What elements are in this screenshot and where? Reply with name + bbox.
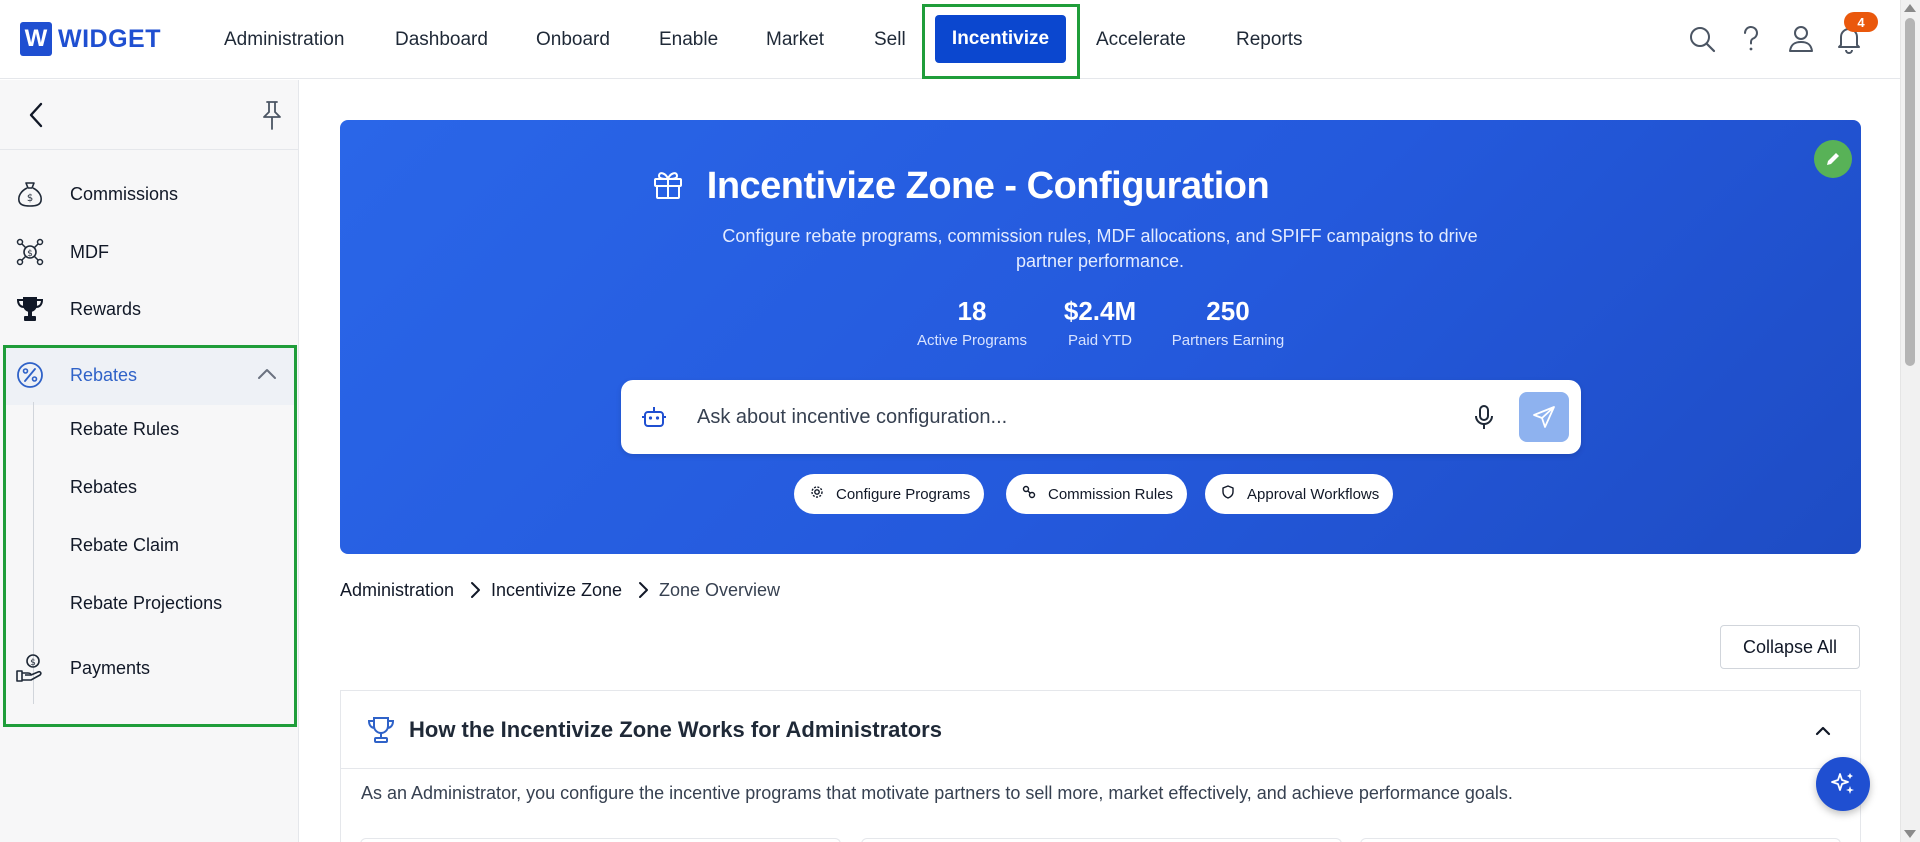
stat-label: Paid YTD	[1068, 332, 1132, 349]
ai-ask-box	[621, 380, 1581, 454]
breadcrumb-zone-overview: Zone Overview	[659, 580, 781, 600]
ai-assistant-button[interactable]	[1816, 757, 1870, 811]
svg-text:$: $	[30, 658, 36, 668]
brand-logo[interactable]: W WIDGET	[20, 22, 161, 56]
chevron-right-icon	[471, 582, 480, 598]
scroll-down-arrow[interactable]	[1904, 830, 1916, 838]
sidebar-item-mdf[interactable]: $ MDF	[0, 224, 299, 280]
pin-icon[interactable]	[257, 98, 287, 132]
collapse-all-button[interactable]: Collapse All	[1720, 625, 1860, 669]
hero-subtitle: Configure rebate programs, commission ru…	[722, 226, 1478, 271]
stat-paid-ytd: $2.4M Paid YTD	[1050, 296, 1150, 349]
ask-input[interactable]	[697, 398, 1457, 436]
chip-label: Configure Programs	[836, 485, 971, 503]
svg-text:$: $	[27, 249, 33, 259]
nav-sell[interactable]: Sell	[874, 0, 906, 79]
sidebar-item-label: Rewards	[70, 298, 142, 319]
search-icon[interactable]	[1685, 22, 1719, 56]
chip-label: Approval Workflows	[1247, 485, 1380, 503]
breadcrumb-administration[interactable]: Administration	[340, 580, 454, 601]
gear-icon	[810, 485, 824, 503]
nav-market[interactable]: Market	[766, 0, 824, 79]
dollar-network-icon: $	[14, 236, 46, 268]
microphone-icon[interactable]	[1469, 402, 1499, 432]
nav-administration[interactable]: Administration	[224, 0, 344, 79]
chevron-right-icon	[639, 582, 648, 598]
sub-card	[1360, 838, 1841, 842]
sub-card	[861, 838, 1342, 842]
section-header[interactable]: How the Incentivize Zone Works for Admin…	[341, 691, 1860, 769]
chip-configure-programs[interactable]: Configure Programs	[794, 474, 985, 514]
sidebar-header	[0, 80, 299, 150]
notification-badge: 4	[1844, 12, 1878, 32]
nav-accelerate[interactable]: Accelerate	[1096, 0, 1186, 79]
breadcrumb-incentivize-zone[interactable]: Incentivize Zone	[491, 580, 622, 601]
top-navigation-bar: W WIDGET Administration Dashboard Onboar…	[0, 0, 1900, 79]
stat-partners-earning: 250 Partners Earning	[1160, 296, 1296, 349]
how-it-works-section: How the Incentivize Zone Works for Admin…	[340, 690, 1861, 842]
section-description: As an Administrator, you configure the i…	[361, 783, 1513, 803]
hero-title: Incentivize Zone - Configuration	[706, 165, 1270, 207]
section-title: How the Incentivize Zone Works for Admin…	[409, 717, 942, 742]
hand-coin-icon: $	[14, 652, 46, 684]
sub-card	[360, 838, 841, 842]
sidebar-item-label: MDF	[70, 241, 109, 262]
trophy-icon	[14, 293, 46, 325]
chevron-up-icon[interactable]	[1811, 719, 1835, 743]
nav-incentivize[interactable]: Incentivize	[935, 15, 1066, 63]
link-icon	[1022, 485, 1036, 503]
chevron-left-icon[interactable]	[22, 100, 52, 130]
send-icon	[1533, 406, 1555, 428]
nav-onboard[interactable]: Onboard	[536, 0, 610, 79]
stat-value: 250	[1206, 296, 1250, 326]
stat-value: 18	[957, 296, 987, 326]
stat-label: Partners Earning	[1171, 332, 1285, 349]
stat-active-programs: 18 Active Programs	[900, 296, 1044, 349]
nav-enable[interactable]: Enable	[659, 0, 718, 79]
chip-label: Commission Rules	[1048, 485, 1174, 503]
scroll-up-arrow[interactable]	[1904, 4, 1916, 12]
stat-value: $2.4M	[1063, 296, 1137, 326]
sidebar-item-rewards[interactable]: Rewards	[0, 281, 299, 337]
send-button[interactable]	[1519, 392, 1569, 442]
logo-text: WIDGET	[58, 24, 161, 53]
sidebar-item-label: Payments	[70, 657, 151, 678]
nav-dashboard[interactable]: Dashboard	[395, 0, 488, 79]
nav-reports[interactable]: Reports	[1236, 0, 1303, 79]
stat-label: Active Programs	[916, 332, 1028, 349]
robot-icon	[641, 404, 667, 430]
gift-icon	[651, 167, 685, 206]
chip-approval-workflows[interactable]: Approval Workflows	[1205, 474, 1394, 514]
sidebar-item-payments[interactable]: $ Payments	[0, 640, 299, 696]
help-icon[interactable]	[1734, 22, 1768, 56]
logo-mark: W	[20, 22, 52, 56]
sparkle-icon	[1831, 773, 1854, 794]
trophy-icon	[367, 715, 395, 745]
shield-icon	[1221, 485, 1235, 503]
chip-commission-rules[interactable]: Commission Rules	[1006, 474, 1188, 514]
user-icon[interactable]	[1784, 22, 1818, 56]
hero-title-row: Incentivize Zone - Configuration	[0, 165, 1920, 208]
